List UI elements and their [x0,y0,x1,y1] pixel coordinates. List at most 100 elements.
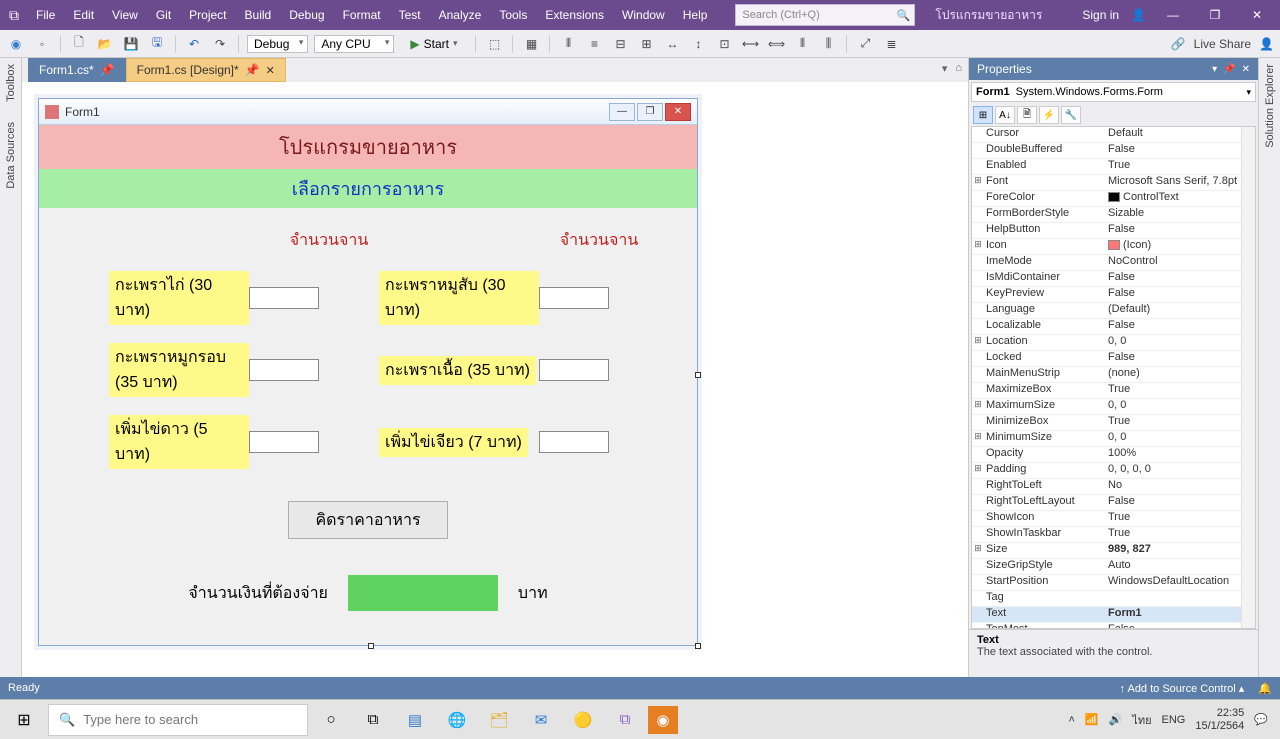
prop-value[interactable]: Auto [1104,559,1255,574]
expand-icon[interactable] [972,623,984,629]
prop-row-text[interactable]: TextForm1 [972,607,1255,623]
start-button[interactable]: ▶Start▾ [400,35,467,53]
align-icon-6[interactable]: ↕ [688,34,708,54]
prop-row-righttoleftlayout[interactable]: RightToLeftLayoutFalse [972,495,1255,511]
expand-icon[interactable]: ⊞ [972,543,984,558]
live-share-button[interactable]: Live Share [1194,37,1251,51]
expand-icon[interactable] [972,255,984,270]
prop-value[interactable]: False [1104,223,1255,238]
prop-row-startposition[interactable]: StartPositionWindowsDefaultLocation [972,575,1255,591]
menu-debug[interactable]: Debug [281,4,332,26]
menu-file[interactable]: File [28,4,63,26]
prop-row-doublebuffered[interactable]: DoubleBufferedFalse [972,143,1255,159]
pin-icon[interactable]: 📌 [100,63,115,77]
menu-extensions[interactable]: Extensions [537,4,612,26]
expand-icon[interactable]: ⊞ [972,399,984,414]
expand-icon[interactable] [972,303,984,318]
expand-icon[interactable]: ⊞ [972,175,984,190]
expand-icon[interactable]: ⊞ [972,463,984,478]
window-minimize-button[interactable]: — [1158,8,1188,22]
align-icon-9[interactable]: ⟺ [766,34,786,54]
prop-row-sizegripstyle[interactable]: SizeGripStyleAuto [972,559,1255,575]
save-button[interactable]: 💾 [121,34,141,54]
prop-row-maximumsize[interactable]: ⊞MaximumSize0, 0 [972,399,1255,415]
tool-icon-1[interactable]: ⬚ [484,34,504,54]
prop-row-formborderstyle[interactable]: FormBorderStyleSizable [972,207,1255,223]
align-icon-13[interactable]: ≣ [881,34,901,54]
prop-value[interactable]: Form1 [1104,607,1255,622]
prop-value[interactable]: 989, 827 [1104,543,1255,558]
input-item-d[interactable] [539,359,609,381]
properties-scrollbar[interactable] [1241,127,1255,628]
expand-icon[interactable] [972,319,984,334]
expand-icon[interactable] [972,447,984,462]
prop-row-ismdicontainer[interactable]: IsMdiContainerFalse [972,271,1255,287]
back-button[interactable]: ◉ [6,34,26,54]
prop-row-language[interactable]: Language(Default) [972,303,1255,319]
prop-value[interactable] [1104,591,1255,606]
add-source-control-button[interactable]: ↑ Add to Source Control ▴ [1120,682,1245,695]
expand-icon[interactable] [972,351,984,366]
input-item-a[interactable] [249,287,319,309]
align-icon-4[interactable]: ⊞ [636,34,656,54]
menu-window[interactable]: Window [614,4,673,26]
prop-value[interactable]: NoControl [1104,255,1255,270]
props-pin-icon[interactable]: 📌 [1223,64,1235,75]
prop-row-icon[interactable]: ⊞Icon(Icon) [972,239,1255,255]
prop-value[interactable]: ControlText [1104,191,1255,206]
prop-row-locked[interactable]: LockedFalse [972,351,1255,367]
expand-icon[interactable] [972,207,984,222]
new-button[interactable]: 🗋 [69,34,89,54]
expand-icon[interactable] [972,511,984,526]
close-tab-icon[interactable]: ✕ [266,64,275,77]
prop-value[interactable]: (none) [1104,367,1255,382]
prop-row-size[interactable]: ⊞Size989, 827 [972,543,1255,559]
tool-icon-2[interactable]: ▦ [521,34,541,54]
notifications-icon[interactable]: 🔔 [1258,682,1272,695]
menu-format[interactable]: Format [335,4,389,26]
prop-value[interactable]: Sizable [1104,207,1255,222]
menu-project[interactable]: Project [181,4,234,26]
align-icon-2[interactable]: ≡ [584,34,604,54]
prop-value[interactable]: False [1104,351,1255,366]
expand-icon[interactable] [972,415,984,430]
expand-icon[interactable] [972,479,984,494]
align-icon-10[interactable]: ⫴ [792,34,812,54]
align-icon-5[interactable]: ↔ [662,34,682,54]
props-close-icon[interactable]: ✕ [1242,64,1250,75]
props-dropdown-icon[interactable]: ▾ [1212,64,1217,75]
properties-page-icon[interactable]: 🗎 [1017,106,1037,124]
input-item-f[interactable] [539,431,609,453]
sign-in-link[interactable]: Sign in [1082,8,1119,22]
prop-row-opacity[interactable]: Opacity100% [972,447,1255,463]
prop-value[interactable]: True [1104,383,1255,398]
data-sources-tab[interactable]: Data Sources [5,122,17,189]
menu-analyze[interactable]: Analyze [431,4,490,26]
configuration-combo[interactable]: Debug [247,35,308,53]
properties-object-combo[interactable]: Form1 System.Windows.Forms.Form ▾ [971,82,1256,102]
undo-button[interactable]: ↶ [184,34,204,54]
prop-value[interactable]: Default [1104,127,1255,142]
prop-row-keypreview[interactable]: KeyPreviewFalse [972,287,1255,303]
prop-value[interactable]: False [1104,143,1255,158]
window-maximize-button[interactable]: ❐ [1200,8,1230,22]
prop-value[interactable]: False [1104,623,1255,629]
prop-value[interactable]: 0, 0, 0, 0 [1104,463,1255,478]
form-close-button[interactable]: ✕ [665,103,691,121]
menu-edit[interactable]: Edit [65,4,102,26]
events-icon[interactable]: ⚡ [1039,106,1059,124]
expand-icon[interactable] [972,495,984,510]
prop-value[interactable]: False [1104,271,1255,286]
prop-row-font[interactable]: ⊞FontMicrosoft Sans Serif, 7.8pt [972,175,1255,191]
prop-value[interactable]: WindowsDefaultLocation [1104,575,1255,590]
user-icon[interactable]: 👤 [1131,8,1146,22]
prop-value[interactable]: 0, 0 [1104,431,1255,446]
prop-value[interactable]: No [1104,479,1255,494]
properties-grid[interactable]: CursorDefaultDoubleBufferedFalseEnabledT… [971,126,1256,629]
prop-row-minimizebox[interactable]: MinimizeBoxTrue [972,415,1255,431]
prop-row-maximizebox[interactable]: MaximizeBoxTrue [972,383,1255,399]
expand-icon[interactable] [972,575,984,590]
prop-row-location[interactable]: ⊞Location0, 0 [972,335,1255,351]
prop-row-minimumsize[interactable]: ⊞MinimumSize0, 0 [972,431,1255,447]
prop-value[interactable]: Microsoft Sans Serif, 7.8pt [1104,175,1255,190]
